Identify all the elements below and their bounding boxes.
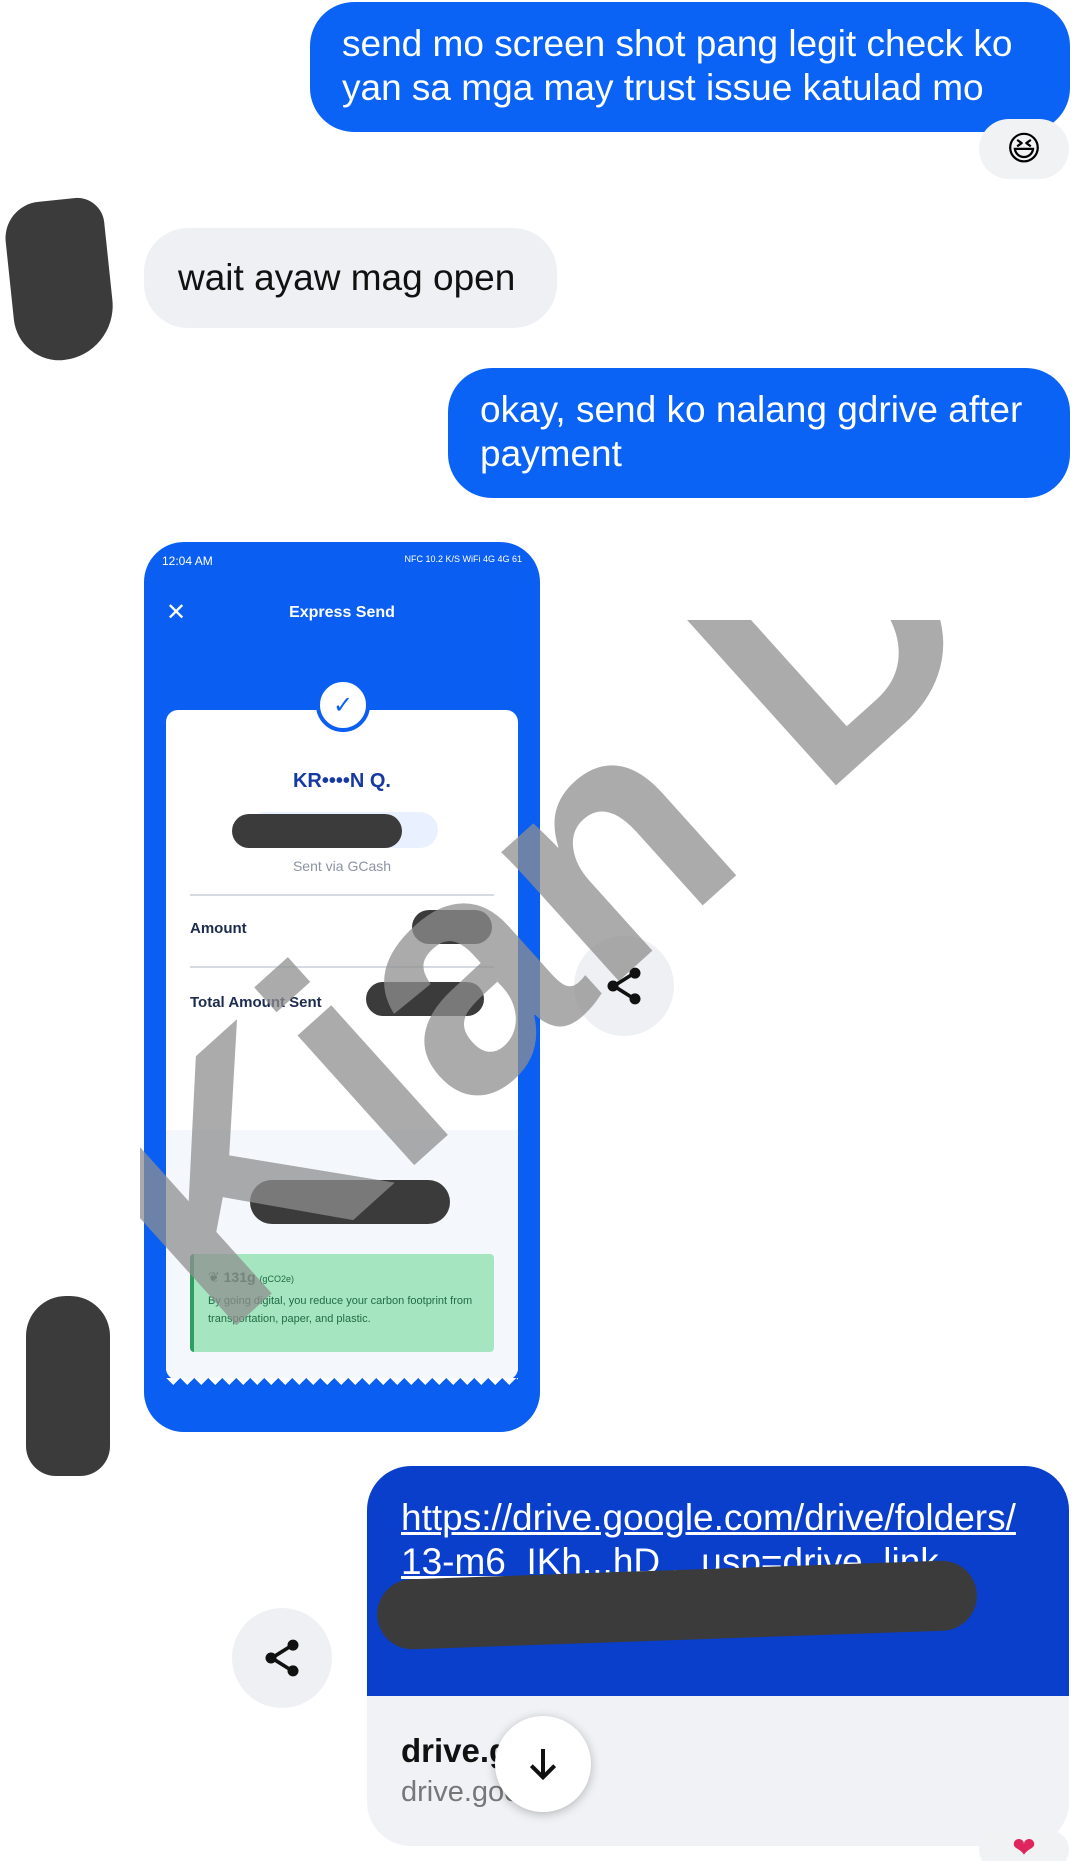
screen-title: Express Send: [289, 604, 395, 621]
share-button[interactable]: [232, 1608, 332, 1708]
redaction-mark: [250, 1180, 450, 1224]
outgoing-message[interactable]: okay, send ko nalang gdrive after paymen…: [448, 368, 1070, 498]
message-text: wait ayaw mag open: [178, 257, 516, 298]
arrow-down-icon: [529, 1749, 557, 1781]
leaf-icon: ❦: [208, 1269, 220, 1285]
carbon-value: 131g: [223, 1269, 256, 1285]
avatar[interactable]: [1, 195, 119, 365]
link-preview-message[interactable]: https://drive.google.com/drive/folders/1…: [367, 1466, 1069, 1846]
share-button[interactable]: [574, 936, 674, 1036]
amount-label: Amount: [190, 920, 247, 937]
incoming-message[interactable]: wait ayaw mag open: [144, 228, 557, 328]
redaction-mark: [366, 982, 484, 1016]
divider: [190, 894, 494, 896]
message-reaction[interactable]: 😆: [979, 119, 1069, 179]
redaction-mark: [412, 910, 492, 944]
message-text: okay, send ko nalang gdrive after paymen…: [480, 389, 1023, 474]
message-reaction[interactable]: ❤: [979, 1830, 1069, 1861]
message-text: send mo screen shot pang legit check ko …: [342, 23, 1013, 108]
total-label: Total Amount Sent: [190, 994, 322, 1011]
divider: [190, 966, 494, 968]
receipt-card: KR••••N Q. Sent via GCash Amount Total A…: [166, 710, 518, 1380]
share-icon: [265, 1639, 299, 1677]
heart-icon: ❤: [1012, 1832, 1036, 1861]
redaction-mark: [232, 814, 402, 848]
status-time: 12:04 AM: [162, 554, 213, 568]
sent-via-text: Sent via GCash: [292, 858, 392, 874]
receipt-edge: [166, 1378, 518, 1392]
carbon-unit: (gCO2e): [259, 1274, 294, 1284]
shared-screenshot-image[interactable]: 12:04 AM NFC 10.2 K/S WiFi 4G 4G 61 ✕ Ex…: [144, 542, 540, 1432]
recipient-name: KR••••N Q.: [292, 770, 391, 792]
outgoing-message[interactable]: send mo screen shot pang legit check ko …: [310, 2, 1070, 132]
carbon-text: By going digital, you reduce your carbon…: [208, 1295, 473, 1325]
avatar[interactable]: [26, 1296, 110, 1476]
scroll-to-bottom-button[interactable]: [495, 1716, 591, 1812]
laughing-emoji-icon: 😆: [1006, 130, 1042, 168]
carbon-footprint-banner: ❦ 131g (gCO2e) By going digital, you red…: [190, 1254, 494, 1352]
status-icons: NFC 10.2 K/S WiFi 4G 4G 61: [404, 554, 522, 564]
phone-status-bar: 12:04 AM NFC 10.2 K/S WiFi 4G 4G 61: [162, 554, 522, 574]
check-icon: ✓: [316, 678, 370, 732]
share-icon: [607, 967, 641, 1005]
